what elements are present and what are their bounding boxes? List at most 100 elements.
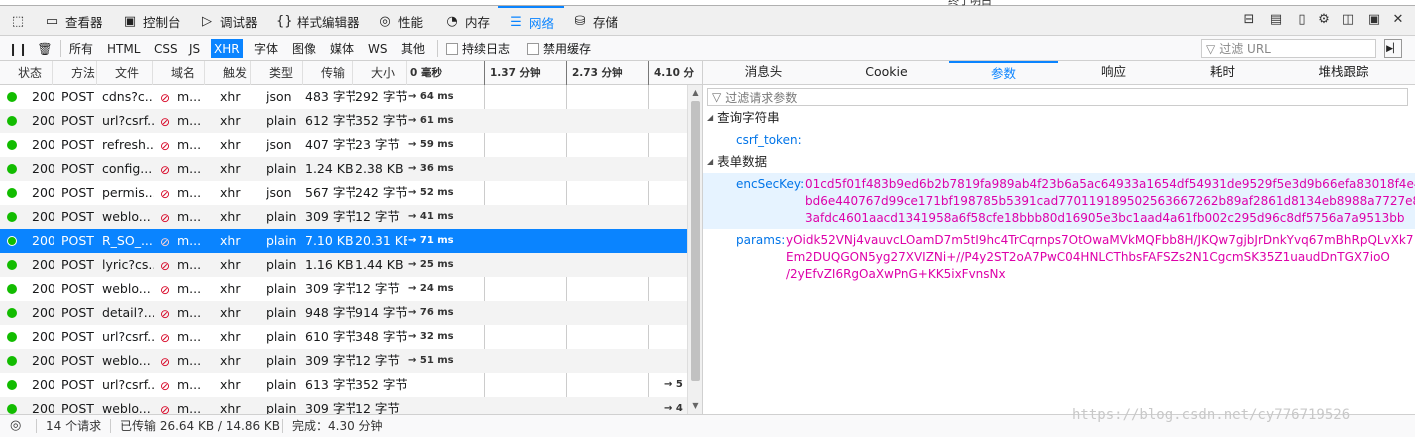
table-row[interactable]: ⊘ 200 POST lyric?cs... m... xhr plain 1.16 KB1.… [0,253,687,277]
tracking-protection-icon: ⊘ [160,163,171,177]
waterfall-timing: → 5 [664,379,683,390]
filter-media[interactable]: 媒体 [327,39,357,58]
settings-gear-icon[interactable]: ⚙ [1316,12,1332,30]
table-row[interactable]: ⊘ 200 POST permis... m... xhr json 567 字节 242 字节… [0,181,687,205]
cell-transferred: 309 字节 [305,281,355,296]
filter-html[interactable]: HTML [104,39,143,58]
tab-inspector[interactable]: ▭ 查看器 [44,6,103,36]
filter-icon: ▽ [712,90,722,104]
param-value-params[interactable]: yOidk52VNj4vauvcLOamD7m5tI9hc4TrCqrnps7O… [786,232,1414,283]
details-tabs: 消息头 Cookie 参数 响应 耗时 堆栈跟踪 [703,61,1415,85]
form-data-section-header[interactable]: ◢ 表单数据 [707,152,767,172]
cell-status: 200 [32,185,54,200]
column-size[interactable]: 大小 [353,61,407,85]
pause-icon: ❙❙ [7,41,29,56]
scroll-down-icon[interactable]: ▼ [691,401,700,411]
filter-all[interactable]: 所有 [66,39,96,58]
cell-method: POST [61,161,94,176]
persist-logs-checkbox[interactable]: 持续日志 [446,41,510,56]
tab-performance[interactable]: ◎ 性能 [377,6,423,36]
tab-timings[interactable]: 耗时 [1168,61,1277,85]
tab-params[interactable]: 参数 [949,61,1058,85]
toggle-details-button[interactable]: ▶▏ [1384,39,1402,58]
checkbox-box[interactable] [446,42,458,55]
table-row[interactable]: ⊘ 200 POST weblo... m... xhr plain 309 字节 12 字节 →… [0,397,687,414]
tab-storage[interactable]: ⛁ 存储 [572,6,618,36]
tab-memory[interactable]: ◔ 内存 [444,6,490,36]
cell-domain: m... [177,89,202,104]
table-row[interactable]: ⊘ 200 POST weblo... m... xhr plain 309 字节 12 字节 →… [0,277,687,301]
table-row[interactable]: ⊘ 200 POST refresh... m... xhr json 407 字节 23 字节… [0,133,687,157]
table-row[interactable]: ⊘ 200 POST weblo... m... xhr plain 309 字节 12 字节 →… [0,349,687,373]
scroll-up-icon[interactable]: ▲ [691,88,700,98]
filter-css[interactable]: CSS [151,39,181,58]
table-row[interactable]: ⊘ 200 POST cdns?c... m... xhr json 483 字节 292 字节… [0,85,687,109]
table-row[interactable]: ⊘ 200 POST url?csrf... m... xhr plain 613 字节 352… [0,373,687,397]
query-string-section-header[interactable]: ◢ 查询字符串 [707,108,780,128]
tab-cookies[interactable]: Cookie [832,61,941,85]
column-method[interactable]: 方法 [53,61,97,85]
request-list-panel: 状态 方法 文件 域名 触发 类型 传输 大小 0 毫秒 1.37 分钟 2.7… [0,61,703,414]
cell-file: config... [102,161,153,176]
phone-icon[interactable]: ▯ [1294,12,1310,30]
table-row[interactable]: ⊘ 200 POST url?csrf... m... xhr plain 610 字节 348… [0,325,687,349]
tab-label: 存储 [593,14,619,30]
filter-params-input[interactable]: ▽ 过滤请求参数 [707,88,1408,106]
disable-cache-checkbox[interactable]: 禁用缓存 [527,41,591,56]
cell-cause: xhr [220,113,241,128]
cell-method: POST [61,281,94,296]
scroll-thumb[interactable] [691,101,700,381]
table-row[interactable]: ⊘ 200 POST config... m... xhr plain 1.24 KB 2.38… [0,157,687,181]
checkbox-box[interactable] [527,42,539,55]
cell-method: POST [61,233,94,248]
column-status[interactable]: 状态 [0,61,53,85]
performance-analysis-icon[interactable]: ◎ [10,415,21,437]
cell-method: POST [61,209,94,224]
column-type[interactable]: 类型 [251,61,303,85]
filter-images[interactable]: 图像 [289,39,319,58]
filter-url-placeholder: 过滤 URL [1219,42,1271,56]
tab-headers[interactable]: 消息头 [709,61,818,85]
tab-style-editor[interactable]: {} 样式编辑器 [276,6,360,36]
table-row[interactable]: ⊘ 200 POST R_SO_... m... xhr plain 7.10 KB 20.31… [0,229,687,253]
close-icon[interactable]: ✕ [1390,12,1406,30]
dock-window-icon[interactable]: ▣ [1366,12,1382,30]
column-cause[interactable]: 触发 [205,61,251,85]
element-picker-button[interactable]: ⬚ [10,6,26,36]
column-file[interactable]: 文件 [97,61,153,85]
tab-stack-trace[interactable]: 堆栈跟踪 [1289,61,1398,85]
cell-status: 200 [32,401,54,414]
cell-status: 200 [32,161,54,176]
tab-console[interactable]: ▣ 控制台 [122,6,181,36]
cell-cause: xhr [220,401,241,414]
column-transferred[interactable]: 传输 [303,61,353,85]
filter-ws[interactable]: WS [365,39,390,58]
filter-js[interactable]: JS [186,39,203,58]
divider [60,40,61,57]
clear-button[interactable]: 🗑 [36,39,54,58]
column-domain[interactable]: 域名 [153,61,205,85]
tab-response[interactable]: 响应 [1059,61,1168,85]
cell-file: weblo... [102,401,151,414]
filter-fonts[interactable]: 字体 [251,39,281,58]
tracking-protection-icon: ⊘ [160,91,171,105]
request-list-scrollbar[interactable]: ▲ ▼ [687,85,702,414]
divider [282,419,283,433]
tab-network[interactable]: ☰ 网络 [498,6,565,36]
tab-debugger[interactable]: ▷ 调试器 [199,6,258,36]
filter-xhr[interactable]: XHR [211,39,243,58]
param-value-enc-sec-key[interactable]: 01cd5f01f483b9ed6b2b7819fa989ab4f23b6a5a… [805,176,1415,227]
cell-cause: xhr [220,233,241,248]
pause-button[interactable]: ❙❙ [7,39,29,58]
table-row[interactable]: ⊘ 200 POST weblo... m... xhr plain 309 字节 12 字节 →… [0,205,687,229]
cell-size: 12 字节 [355,209,400,224]
cell-transferred: 613 字节 [305,377,355,392]
table-row[interactable]: ⊘ 200 POST detail?... m... xhr plain 948 字节 914 … [0,301,687,325]
dock-bottom-icon[interactable]: ⊟ [1241,12,1257,30]
filter-url-input[interactable]: ▽ 过滤 URL [1201,39,1376,58]
table-row[interactable]: ⊘ 200 POST url?csrf... m... xhr plain 612 字节 352… [0,109,687,133]
filter-other[interactable]: 其他 [398,39,428,58]
responsive-mode-icon[interactable]: ▤ [1268,12,1284,30]
cell-method: POST [61,305,94,320]
dock-side-icon[interactable]: ◫ [1340,12,1356,30]
